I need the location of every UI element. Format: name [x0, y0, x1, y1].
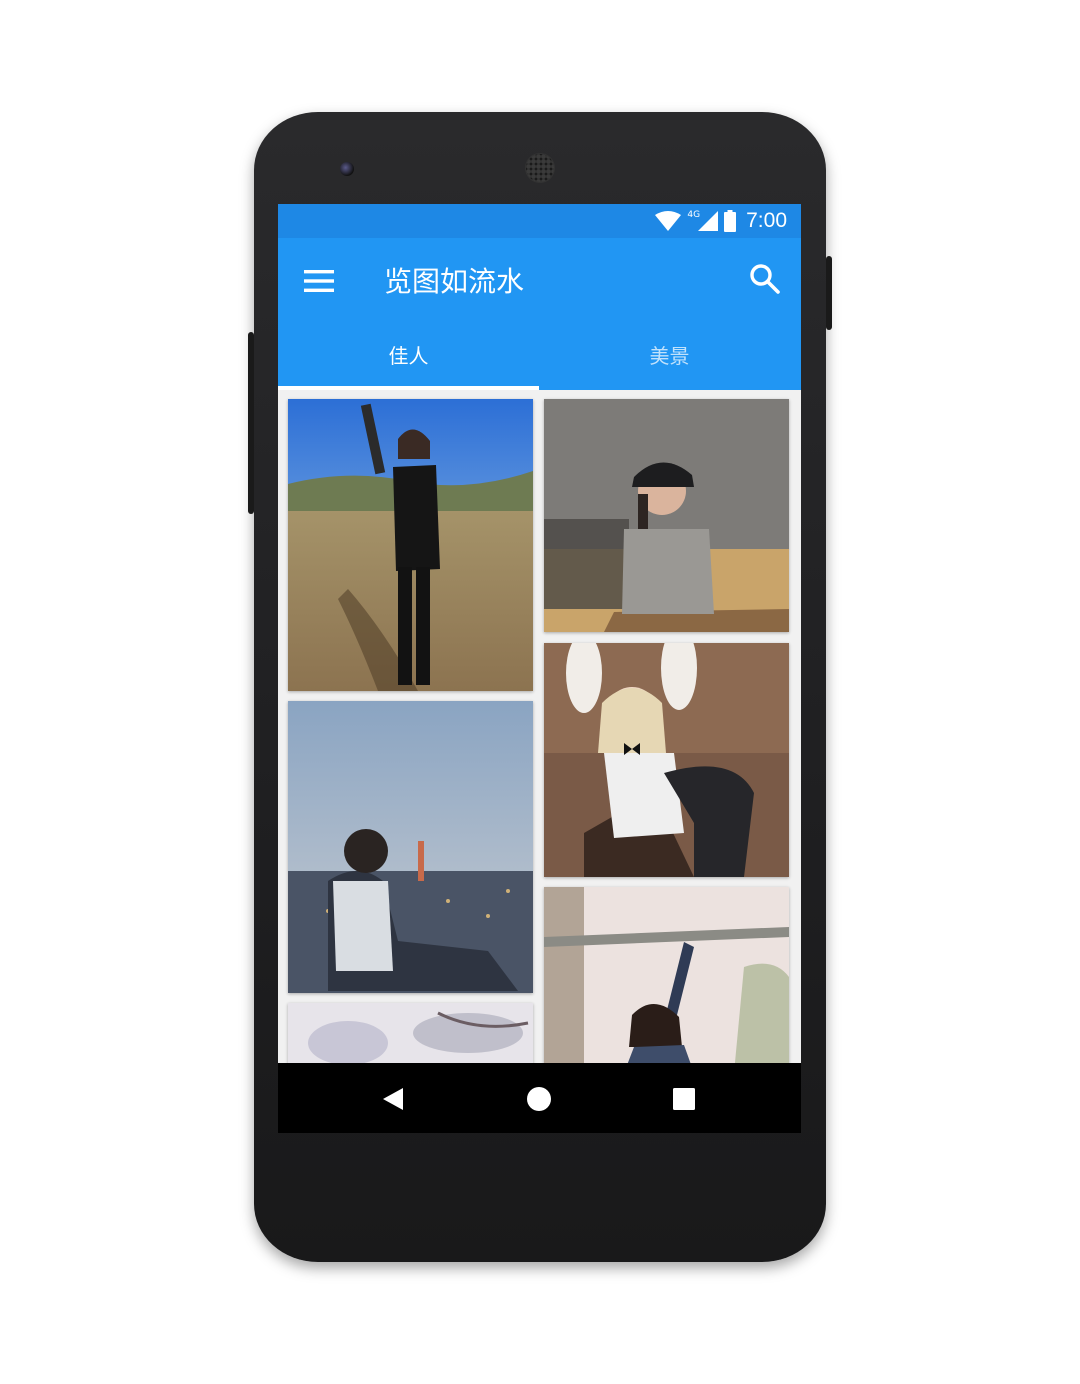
- menu-icon[interactable]: [304, 268, 334, 294]
- home-icon[interactable]: [521, 1081, 557, 1117]
- recents-icon[interactable]: [666, 1081, 702, 1117]
- status-bar: 4G 7:00: [278, 204, 801, 238]
- tab-beauties[interactable]: 佳人: [278, 330, 539, 390]
- front-camera: [340, 162, 354, 176]
- photo-card-woman-bar[interactable]: [544, 887, 789, 1073]
- power-button: [826, 256, 832, 330]
- back-icon[interactable]: [377, 1081, 413, 1117]
- wifi-icon: [655, 211, 682, 231]
- search-icon[interactable]: [748, 262, 782, 296]
- page-title: 览图如流水: [384, 265, 525, 298]
- app-bar: 览图如流水 佳人 美景: [278, 238, 801, 390]
- photo-card-woman-bunny[interactable]: [544, 643, 789, 877]
- earpiece-speaker: [526, 154, 554, 182]
- photo-card-woman-city-dusk[interactable]: [288, 701, 533, 993]
- navigation-bar: [278, 1063, 801, 1133]
- volume-button: [248, 332, 254, 514]
- clock: 7:00: [746, 209, 787, 232]
- screen: 4G 7:00 览图如流水 佳人 美景: [278, 204, 801, 1133]
- tab-scenery[interactable]: 美景: [539, 330, 800, 390]
- battery-icon: [724, 210, 737, 232]
- tab-indicator: [278, 386, 539, 390]
- photo-card-woman-hill[interactable]: [288, 399, 533, 691]
- signal-icon: [698, 211, 719, 231]
- photo-card-woman-cap[interactable]: [544, 399, 789, 632]
